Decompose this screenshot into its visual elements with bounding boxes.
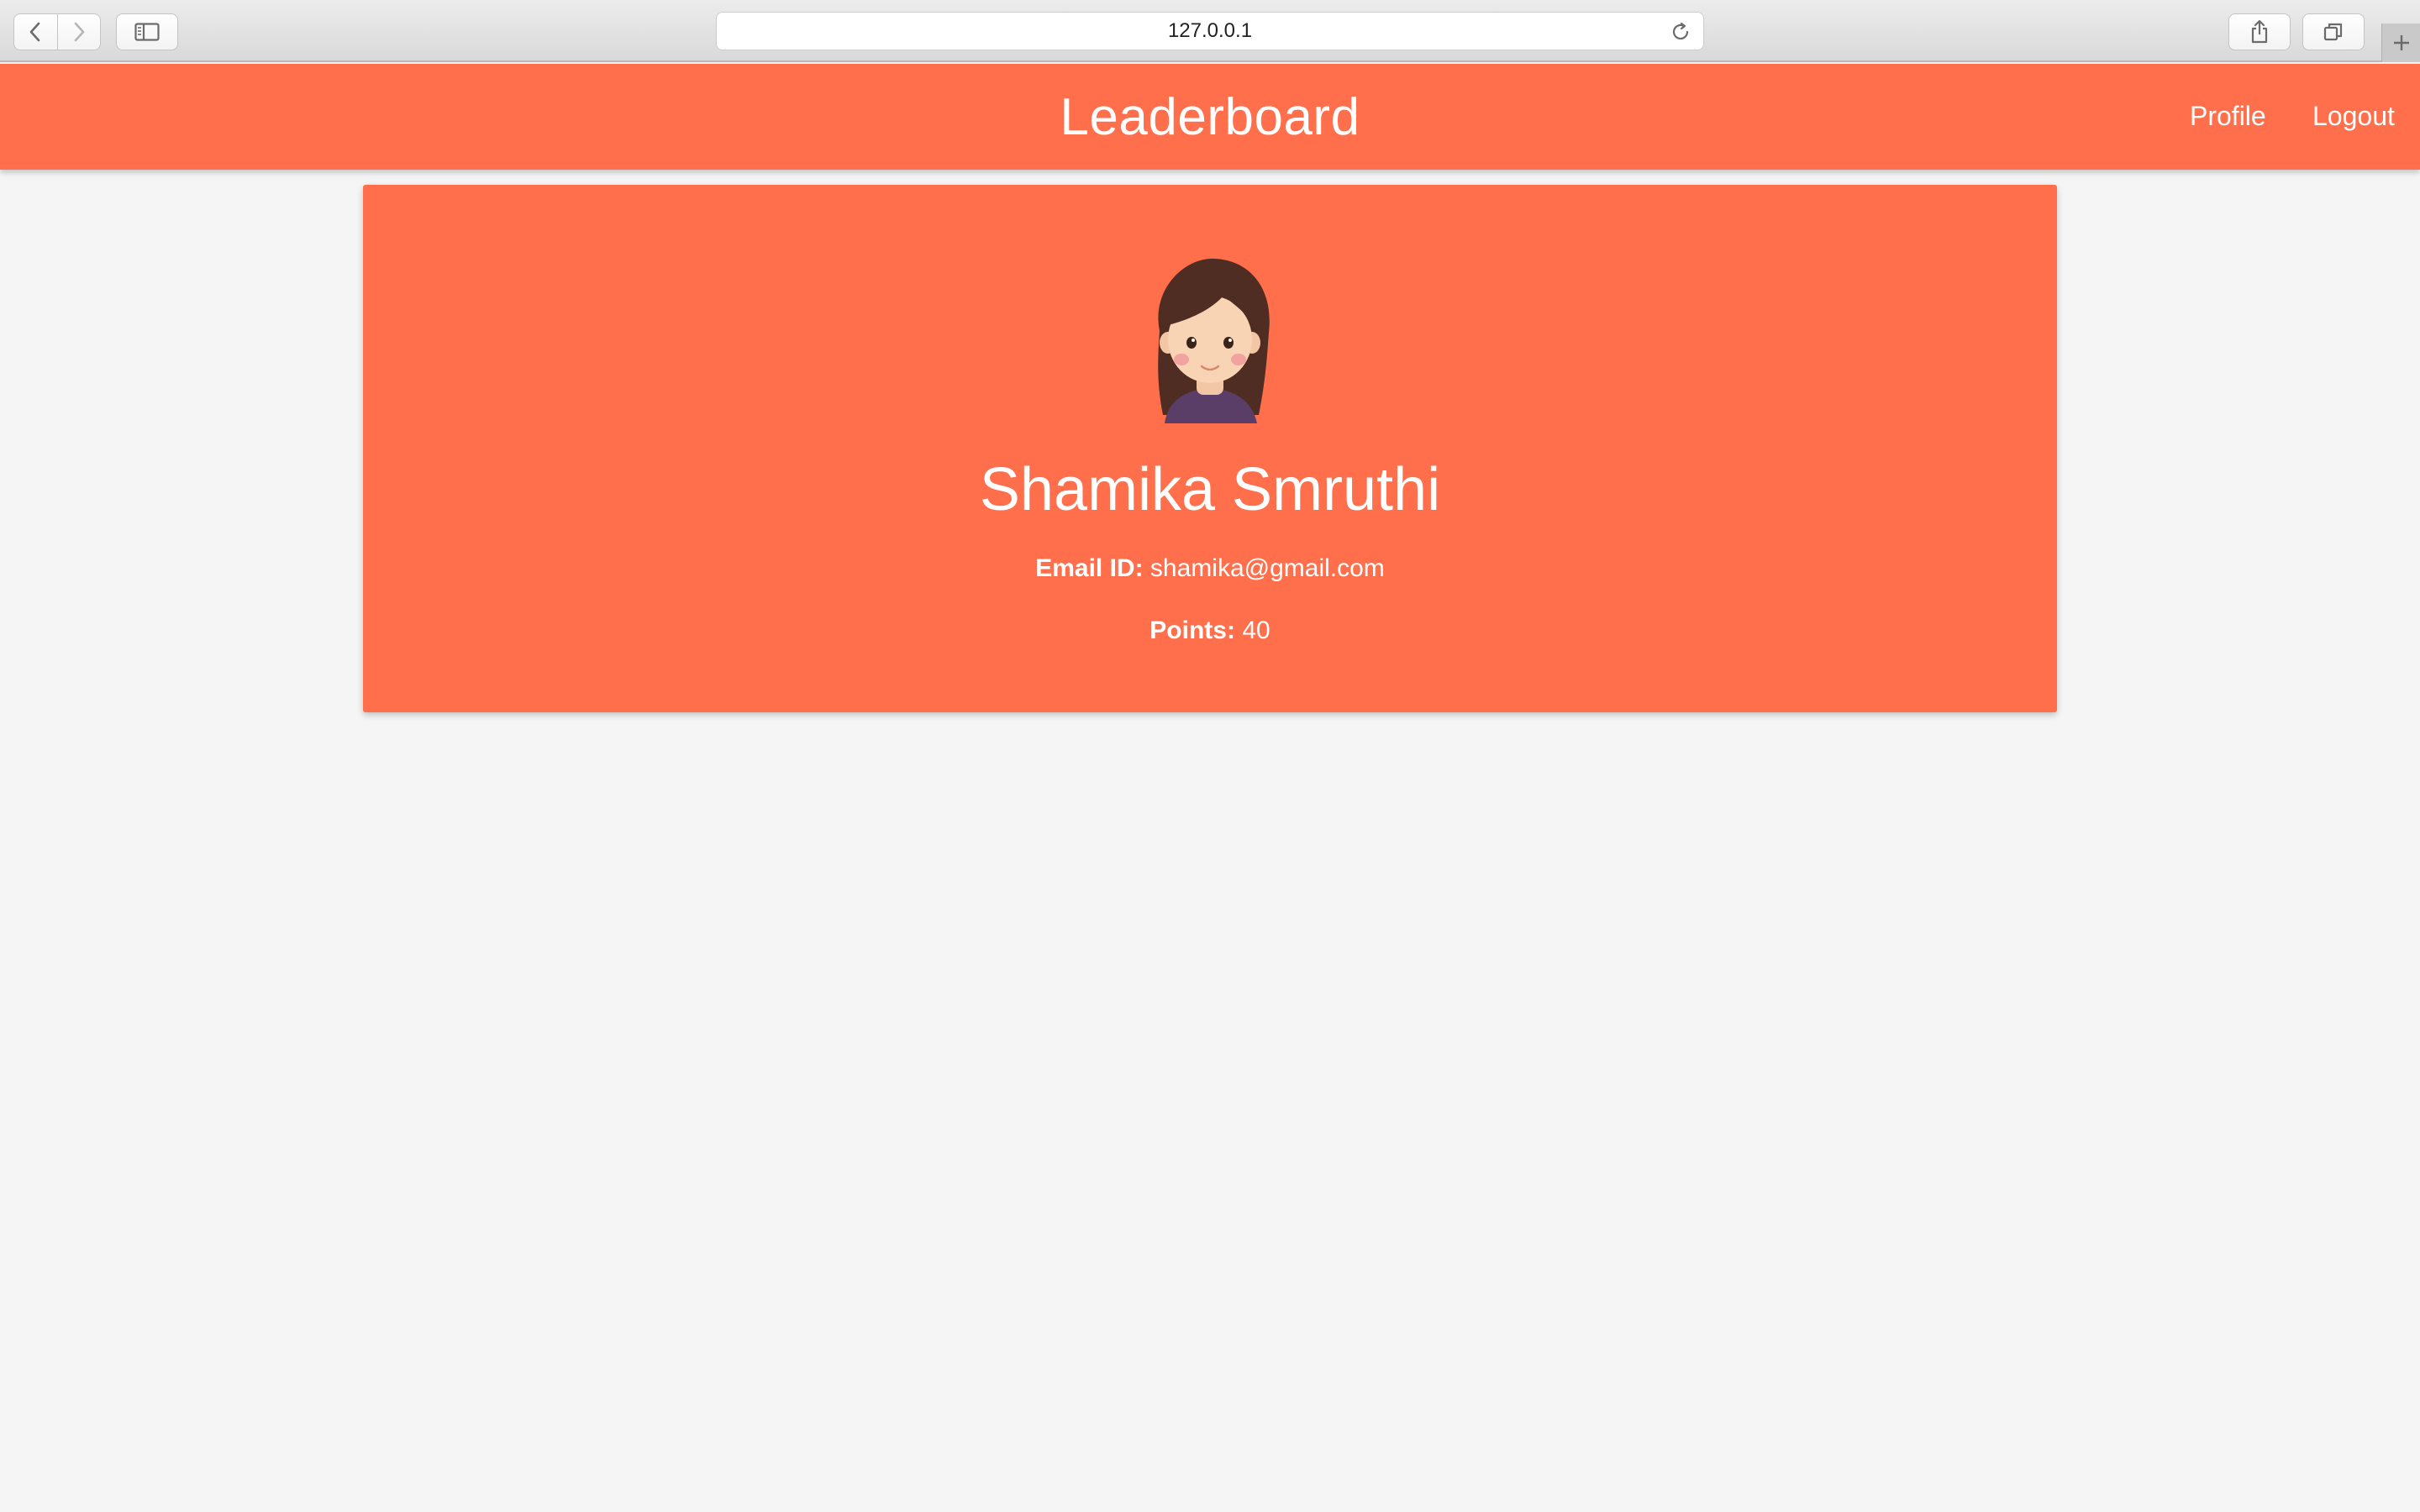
share-icon xyxy=(2251,19,2268,44)
points-row: Points: 40 xyxy=(363,617,2057,645)
email-row: Email ID: shamika@gmail.com xyxy=(363,554,2057,583)
tabs-icon xyxy=(2323,23,2343,41)
profile-card: Shamika Smruthi Email ID: shamika@gmail.… xyxy=(363,185,2057,712)
tabs-overview-button[interactable] xyxy=(2302,13,2365,50)
new-tab-button[interactable] xyxy=(2381,24,2420,62)
nav-profile-link[interactable]: Profile xyxy=(2190,101,2266,132)
email-value: shamika@gmail.com xyxy=(1150,554,1385,582)
browser-toolbar: 127.0.0.1 xyxy=(0,0,2420,62)
profile-name: Shamika Smruthi xyxy=(979,456,1441,523)
reload-icon xyxy=(1672,22,1689,39)
email-label: Email ID: xyxy=(1035,554,1144,582)
history-nav xyxy=(13,13,101,50)
nav-logout-link[interactable]: Logout xyxy=(2312,101,2395,132)
share-button[interactable] xyxy=(2228,13,2291,50)
address-bar[interactable]: 127.0.0.1 xyxy=(716,12,1704,50)
app-header: Leaderboard Profile Logout xyxy=(0,64,2420,170)
sidebar-toggle-button[interactable] xyxy=(116,13,178,50)
url-text: 127.0.0.1 xyxy=(1167,19,1253,42)
forward-button[interactable] xyxy=(56,14,101,50)
back-icon xyxy=(29,22,40,42)
points-value: 40 xyxy=(1242,617,1270,644)
page-title: Leaderboard xyxy=(1060,88,1360,146)
sidebar-icon xyxy=(134,23,160,41)
back-button[interactable] xyxy=(14,14,57,50)
plus-icon xyxy=(2393,35,2409,50)
girl-avatar-icon xyxy=(1158,258,1270,423)
points-label: Points: xyxy=(1150,617,1235,644)
reload-button[interactable] xyxy=(1668,19,1693,45)
forward-icon xyxy=(74,22,85,42)
